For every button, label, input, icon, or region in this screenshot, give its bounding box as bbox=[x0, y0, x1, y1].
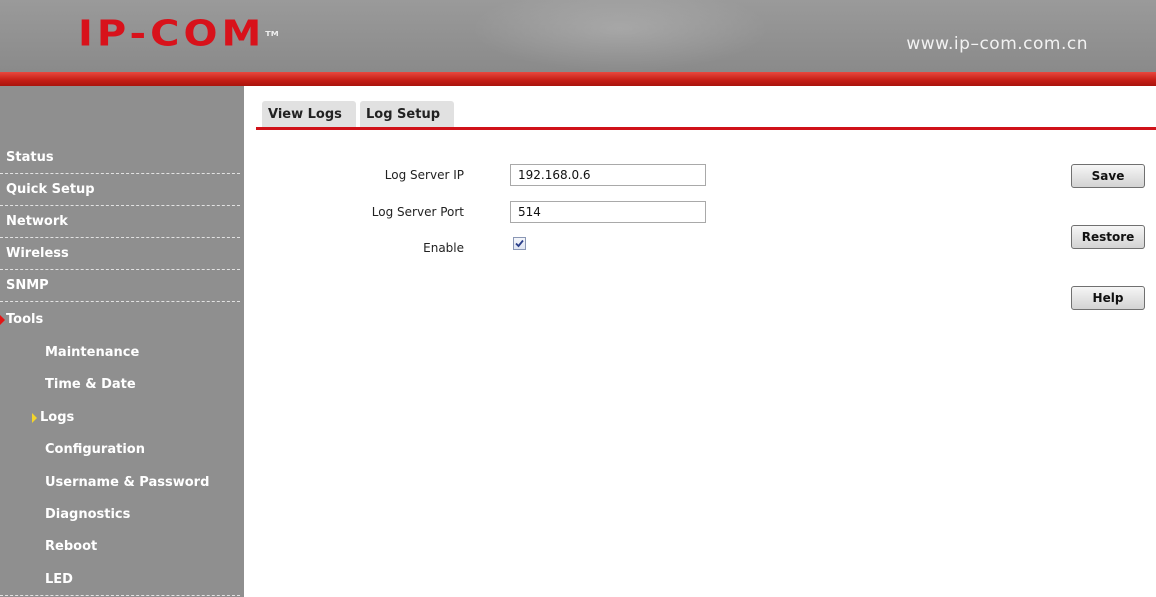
site-url: www.ip–com.com.cn bbox=[906, 34, 1088, 54]
sidebar-subitem-reboot[interactable]: Reboot bbox=[0, 531, 240, 563]
enable-label: Enable bbox=[423, 241, 464, 255]
log-server-ip-input[interactable] bbox=[510, 164, 706, 186]
sidebar-item-status[interactable]: Status bbox=[0, 142, 240, 174]
sidebar-item-label: Configuration bbox=[45, 442, 145, 457]
sidebar-item-label: Quick Setup bbox=[6, 182, 95, 197]
sidebar-item-tools[interactable]: Tools bbox=[0, 304, 240, 336]
sidebar-item-network[interactable]: Network bbox=[0, 206, 240, 238]
sidebar-item-label: Reboot bbox=[45, 539, 98, 554]
header-red-bar bbox=[0, 72, 1156, 86]
expanded-arrow-icon bbox=[0, 315, 5, 325]
tab-underline bbox=[256, 127, 1156, 130]
tab-log-setup[interactable]: Log Setup bbox=[360, 101, 454, 127]
sidebar-item-label: Tools bbox=[6, 312, 44, 327]
tab-label: Log Setup bbox=[366, 107, 441, 122]
sidebar-item-label: Logs bbox=[40, 410, 75, 425]
checkmark-icon bbox=[515, 239, 524, 248]
sidebar-item-label: Diagnostics bbox=[45, 507, 131, 522]
enable-checkbox[interactable] bbox=[513, 237, 526, 250]
log-server-ip-label: Log Server IP bbox=[384, 168, 464, 182]
sidebar-subitem-configuration[interactable]: Configuration bbox=[0, 434, 240, 466]
save-button[interactable]: Save bbox=[1071, 164, 1145, 188]
world-map-graphic bbox=[470, 0, 770, 72]
sidebar-item-label: Network bbox=[6, 214, 68, 229]
sidebar-item-label: Wireless bbox=[6, 246, 69, 261]
sidebar-subitem-maintenance[interactable]: Maintenance bbox=[0, 337, 240, 369]
sidebar-item-quick-setup[interactable]: Quick Setup bbox=[0, 174, 240, 206]
sidebar-subitem-username-password[interactable]: Username & Password bbox=[0, 467, 240, 499]
header: IP-COMTM www.ip–com.com.cn bbox=[0, 0, 1156, 72]
sidebar-item-wireless[interactable]: Wireless bbox=[0, 238, 240, 270]
active-arrow-icon bbox=[32, 413, 37, 423]
sidebar-item-label: LED bbox=[45, 572, 73, 587]
tab-view-logs[interactable]: View Logs bbox=[262, 101, 356, 127]
sidebar-item-label: Status bbox=[6, 150, 54, 165]
tab-label: View Logs bbox=[268, 107, 342, 122]
log-server-port-label: Log Server Port bbox=[371, 205, 464, 219]
sidebar-item-label: SNMP bbox=[6, 278, 49, 293]
log-server-port-input[interactable] bbox=[510, 201, 706, 223]
sidebar-item-snmp[interactable]: SNMP bbox=[0, 270, 240, 302]
sidebar-subitem-led[interactable]: LED bbox=[0, 564, 240, 596]
ip-com-logo: IP-COMTM bbox=[78, 13, 279, 55]
sidebar-subitem-logs[interactable]: Logs bbox=[0, 402, 240, 434]
sidebar: Status Quick Setup Network Wireless SNMP… bbox=[0, 86, 244, 597]
sidebar-subitem-diagnostics[interactable]: Diagnostics bbox=[0, 499, 240, 531]
restore-button[interactable]: Restore bbox=[1071, 225, 1145, 249]
sidebar-subitem-time-date[interactable]: Time & Date bbox=[0, 369, 240, 401]
sidebar-item-label: Username & Password bbox=[45, 475, 210, 490]
sidebar-item-label: Time & Date bbox=[45, 377, 136, 392]
sidebar-item-label: Maintenance bbox=[45, 345, 140, 360]
help-button[interactable]: Help bbox=[1071, 286, 1145, 310]
